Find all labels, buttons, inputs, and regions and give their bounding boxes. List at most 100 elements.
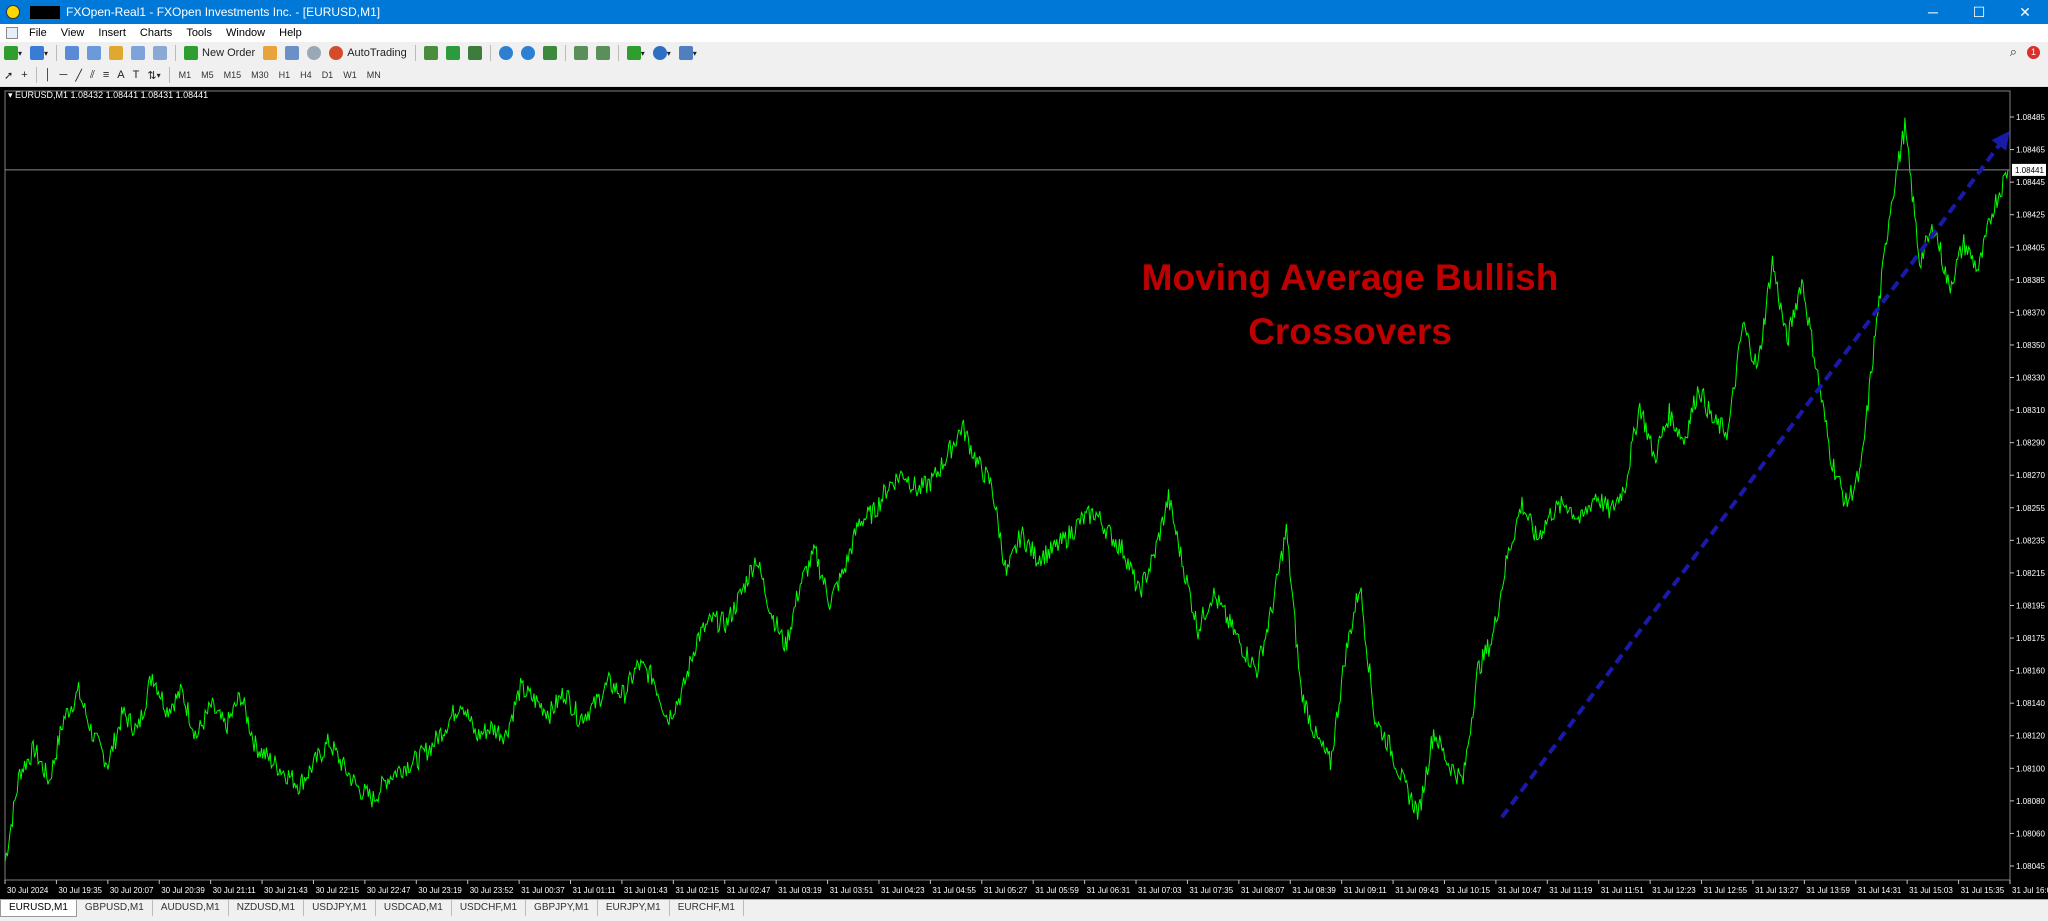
tab-audusd[interactable]: AUDUSD,M1 xyxy=(153,900,229,916)
zoom-out-button[interactable] xyxy=(518,44,538,62)
tab-nzdusd[interactable]: NZDUSD,M1 xyxy=(229,900,305,916)
y-tick-label: 1.08385 xyxy=(2016,276,2045,285)
standard-toolbar: ▾ ▾ New Order AutoTrading ▾ ▾ ▾ ⌕ 1 xyxy=(0,42,2048,65)
dropdown-arrow-icon: ▾ xyxy=(666,48,671,58)
timeframe-d1[interactable]: D1 xyxy=(317,70,339,80)
toolbar-right: ⌕ 1 xyxy=(2010,44,2040,60)
cursor-button[interactable]: ➚ xyxy=(1,66,16,84)
dropdown-arrow-icon: ▾ xyxy=(640,48,645,58)
templates-button[interactable]: ▾ xyxy=(676,44,700,62)
tab-eurjpy[interactable]: EURJPY,M1 xyxy=(598,900,670,916)
timeframe-w1[interactable]: W1 xyxy=(338,70,362,80)
x-tick-label: 31 Jul 05:27 xyxy=(984,886,1028,895)
current-price-label: 1.08441 xyxy=(2015,166,2044,175)
dropdown-arrow-icon: ▾ xyxy=(44,48,49,58)
arrows-icon: ⇅ xyxy=(147,69,157,82)
market-watch-button[interactable] xyxy=(62,44,82,62)
new-order-button[interactable]: New Order xyxy=(181,44,258,62)
tab-usdcad[interactable]: USDCAD,M1 xyxy=(376,900,452,916)
maximize-button[interactable]: ☐ xyxy=(1956,0,2002,24)
zoom-in-button[interactable] xyxy=(496,44,516,62)
tab-eurusd[interactable]: EURUSD,M1 xyxy=(0,900,77,917)
crosshair-button[interactable]: + xyxy=(18,66,30,84)
metaeditor-button[interactable] xyxy=(260,44,280,62)
x-tick-label: 31 Jul 06:31 xyxy=(1087,886,1131,895)
strategy-tester-button[interactable] xyxy=(150,44,170,62)
x-tick-label: 31 Jul 12:23 xyxy=(1652,886,1696,895)
x-tick-label: 30 Jul 22:15 xyxy=(315,886,359,895)
menu-tools[interactable]: Tools xyxy=(179,27,219,39)
periods-button[interactable]: ▾ xyxy=(650,44,674,62)
dropdown-arrow-icon: ▾ xyxy=(692,48,697,58)
menu-file[interactable]: File xyxy=(22,27,54,39)
overlay-title-line2: Crossovers xyxy=(1248,311,1452,352)
x-tick-label: 30 Jul 2024 xyxy=(7,886,49,895)
arrows-button[interactable]: ⇅ ▾ xyxy=(144,66,163,84)
auto-scroll-button[interactable] xyxy=(571,44,591,62)
menu-insert[interactable]: Insert xyxy=(91,27,133,39)
horizontal-line-button[interactable]: ─ xyxy=(57,66,71,84)
tab-usdchf[interactable]: USDCHF,M1 xyxy=(452,900,527,916)
text-label-button[interactable]: T xyxy=(130,66,143,84)
indicators-button[interactable]: ▾ xyxy=(624,44,648,62)
zoom-in-icon xyxy=(498,46,513,60)
x-tick-label: 30 Jul 20:07 xyxy=(110,886,154,895)
y-tick-label: 1.08120 xyxy=(2016,732,2045,741)
x-tick-label: 31 Jul 10:15 xyxy=(1446,886,1490,895)
data-window-button[interactable] xyxy=(84,44,104,62)
search-icon[interactable]: ⌕ xyxy=(2010,44,2017,60)
x-tick-label: 31 Jul 09:11 xyxy=(1344,886,1388,895)
trendline-button[interactable]: ╱ xyxy=(72,66,85,84)
y-tick-label: 1.08445 xyxy=(2016,178,2045,187)
tile-windows-button[interactable] xyxy=(540,44,560,62)
signals-button[interactable] xyxy=(304,44,324,62)
tab-eurchf[interactable]: EURCHF,M1 xyxy=(670,900,744,916)
navigator-button[interactable] xyxy=(106,44,126,62)
channel-button[interactable]: ⫽ xyxy=(87,66,98,84)
timeframe-h4[interactable]: H4 xyxy=(295,70,317,80)
x-tick-label: 31 Jul 07:35 xyxy=(1189,886,1233,895)
candlesticks-button[interactable] xyxy=(443,44,463,62)
x-tick-label: 31 Jul 16:07 xyxy=(2012,886,2048,895)
chart-info-label: ▾ EURUSD,M1 1.08432 1.08441 1.08431 1.08… xyxy=(8,90,208,101)
timeframe-m5[interactable]: M5 xyxy=(196,70,219,80)
vertical-line-button[interactable]: │ xyxy=(42,66,55,84)
tab-gbpjpy[interactable]: GBPJPY,M1 xyxy=(526,900,598,916)
chart-shift-button[interactable] xyxy=(593,44,613,62)
chart-shift-icon xyxy=(595,46,610,60)
document-icon[interactable] xyxy=(6,27,18,39)
new-chart-button[interactable]: ▾ xyxy=(1,44,25,62)
tile-icon xyxy=(542,46,557,60)
x-tick-label: 31 Jul 02:15 xyxy=(675,886,719,895)
bar-chart-icon xyxy=(423,46,438,60)
y-tick-label: 1.08465 xyxy=(2016,146,2045,155)
minimize-button[interactable]: ─ xyxy=(1910,0,1956,24)
autotrading-icon xyxy=(329,46,344,60)
terminal-icon xyxy=(131,46,146,60)
timeframe-m1[interactable]: M1 xyxy=(174,70,197,80)
terminal-button[interactable] xyxy=(128,44,148,62)
tab-usdjpy[interactable]: USDJPY,M1 xyxy=(304,900,376,916)
profiles-button[interactable]: ▾ xyxy=(27,44,51,62)
notification-badge[interactable]: 1 xyxy=(2027,45,2040,59)
text-button[interactable]: A xyxy=(114,66,127,84)
chart-window[interactable]: 1.08485 1.08465 1.08445 1.08425 1.08405 1.083… xyxy=(0,87,2048,899)
y-tick-label: 1.08160 xyxy=(2016,667,2045,676)
menu-view[interactable]: View xyxy=(54,27,92,39)
price-chart[interactable]: 1.08485 1.08465 1.08445 1.08425 1.08405 1.083… xyxy=(0,87,2048,899)
timeframe-m15[interactable]: M15 xyxy=(219,70,247,80)
bar-chart-button[interactable] xyxy=(421,44,441,62)
line-chart-button[interactable] xyxy=(465,44,485,62)
x-tick-label: 31 Jul 04:23 xyxy=(881,886,925,895)
tab-gbpusd[interactable]: GBPUSD,M1 xyxy=(77,900,153,916)
fibonacci-button[interactable]: ≡ xyxy=(100,66,112,84)
market-button[interactable] xyxy=(282,44,302,62)
close-button[interactable]: ✕ xyxy=(2002,0,2048,24)
timeframe-m30[interactable]: M30 xyxy=(246,70,274,80)
menu-window[interactable]: Window xyxy=(219,27,272,39)
menu-charts[interactable]: Charts xyxy=(133,27,179,39)
timeframe-mn[interactable]: MN xyxy=(362,70,386,80)
menu-help[interactable]: Help xyxy=(272,27,309,39)
timeframe-h1[interactable]: H1 xyxy=(274,70,296,80)
autotrading-button[interactable]: AutoTrading xyxy=(326,44,410,62)
